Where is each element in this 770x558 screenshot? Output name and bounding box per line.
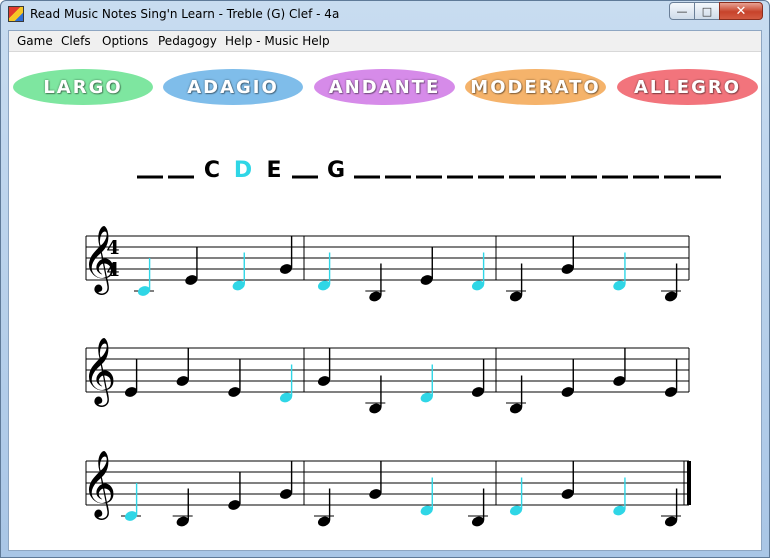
close-icon: ✕ — [735, 3, 747, 19]
window-controls: — □ ✕ — [669, 2, 763, 20]
maximize-icon: □ — [701, 4, 713, 18]
answer-letter: C — [204, 158, 220, 183]
answer-letter: G — [327, 158, 345, 183]
music-area: C D E G𝄞44𝄞𝄞 — [82, 158, 721, 527]
minimize-button[interactable]: — — [669, 2, 695, 20]
treble-clef-icon: 𝄞 — [82, 336, 116, 407]
window-title: Read Music Notes Sing'n Learn - Treble (… — [30, 7, 340, 21]
maximize-button[interactable]: □ — [694, 2, 720, 20]
time-signature-top: 4 — [106, 237, 119, 259]
title-bar[interactable]: Read Music Notes Sing'n Learn - Treble (… — [1, 1, 769, 29]
answer-letter: D — [234, 158, 252, 183]
final-barline-thick — [687, 461, 691, 505]
app-icon — [8, 6, 24, 22]
answer-letter: E — [266, 158, 281, 183]
minimize-icon: — — [676, 4, 688, 18]
app-window: Read Music Notes Sing'n Learn - Treble (… — [0, 0, 770, 558]
client-area: Game Clefs Options Pedagogy Help - Music… — [8, 30, 762, 551]
time-signature-bottom: 4 — [106, 259, 119, 281]
treble-clef-icon: 𝄞 — [82, 449, 116, 520]
close-button[interactable]: ✕ — [719, 2, 763, 20]
